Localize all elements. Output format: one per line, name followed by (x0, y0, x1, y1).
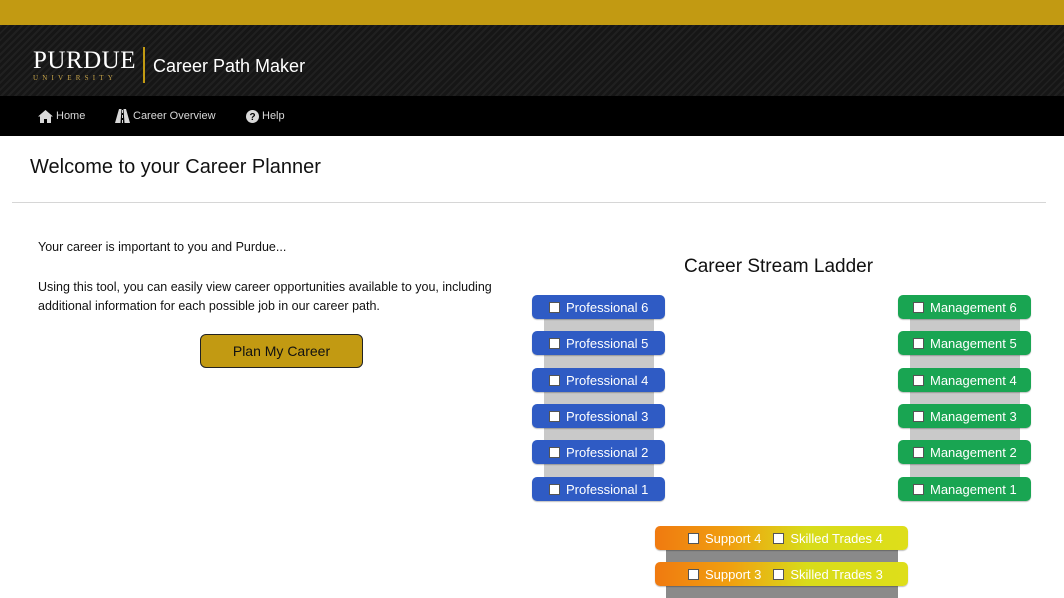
road-icon (115, 109, 130, 123)
ladder-step-management-3[interactable]: Management 3 (898, 404, 1031, 428)
support-4-checkbox[interactable] (688, 532, 699, 544)
nav-bar: Home Career Overview ? Help (0, 96, 1064, 136)
step-checkbox[interactable] (549, 410, 560, 422)
ladder-title: Career Stream Ladder (684, 256, 874, 277)
nav-home-label: Home (56, 110, 86, 122)
logo-wordmark: PURDUE (33, 47, 137, 74)
page-title: Welcome to your Career Planner (30, 156, 321, 178)
step-checkbox[interactable] (913, 337, 924, 349)
ladder-step-professional-5[interactable]: Professional 5 (532, 331, 665, 355)
step-label: Management 5 (930, 335, 1017, 351)
step-checkbox[interactable] (913, 410, 924, 422)
skilled-trades-4-label[interactable]: Skilled Trades 4 (790, 531, 883, 546)
svg-text:?: ? (249, 112, 255, 123)
step-checkbox[interactable] (549, 374, 560, 386)
step-label: Professional 2 (566, 444, 649, 460)
step-checkbox[interactable] (913, 301, 924, 313)
nav-help[interactable]: ? Help (246, 96, 285, 136)
ladder-step-management-5[interactable]: Management 5 (898, 331, 1031, 355)
ladder-step-professional-2[interactable]: Professional 2 (532, 440, 665, 464)
ladder-step-management-4[interactable]: Management 4 (898, 368, 1031, 392)
top-gold-bar (0, 0, 1064, 25)
description-text: Using this tool, you can easily view car… (38, 280, 492, 313)
step-label: Management 3 (930, 408, 1017, 424)
step-label: Management 2 (930, 444, 1017, 460)
skilled-trades-4-checkbox[interactable] (773, 532, 785, 544)
ladder-step-management-2[interactable]: Management 2 (898, 440, 1031, 464)
home-icon (38, 109, 53, 123)
nav-home[interactable]: Home (38, 96, 85, 136)
ladder-step-professional-4[interactable]: Professional 4 (532, 368, 665, 392)
step-label: Management 6 (930, 299, 1017, 315)
ladder-step-management-1[interactable]: Management 1 (898, 477, 1031, 501)
question-circle-icon: ? (246, 109, 259, 123)
step-checkbox[interactable] (913, 374, 924, 386)
ladder-step-professional-1[interactable]: Professional 1 (532, 477, 665, 501)
header-banner: PURDUE UNIVERSITY Career Path Maker (0, 25, 1064, 96)
nav-help-label: Help (262, 110, 285, 122)
step-checkbox[interactable] (913, 446, 924, 458)
step-label: Professional 1 (566, 481, 649, 497)
step-label: Management 1 (930, 481, 1017, 497)
header-divider (143, 47, 145, 83)
step-label: Professional 4 (566, 372, 649, 388)
step-label: Professional 6 (566, 299, 649, 315)
step-checkbox[interactable] (549, 337, 560, 349)
title-divider (12, 202, 1046, 203)
step-label: Professional 3 (566, 408, 649, 424)
nav-career-overview[interactable]: Career Overview (115, 96, 216, 136)
step-checkbox[interactable] (913, 483, 924, 495)
ladder-step-professional-6[interactable]: Professional 6 (532, 295, 665, 319)
skilled-trades-3-checkbox[interactable] (773, 568, 785, 580)
step-label: Management 4 (930, 372, 1017, 388)
support-3-label[interactable]: Support 3 (705, 567, 761, 582)
app-title: Career Path Maker (153, 56, 306, 76)
ladder-step-professional-3[interactable]: Professional 3 (532, 404, 665, 428)
step-checkbox[interactable] (549, 483, 560, 495)
step-checkbox[interactable] (549, 446, 560, 458)
skilled-trades-3-label[interactable]: Skilled Trades 3 (790, 567, 883, 582)
step-checkbox[interactable] (549, 301, 560, 313)
logo-subtitle: UNIVERSITY (33, 74, 117, 82)
ladder-step-support-trades-4: Support 4 Skilled Trades 4 (655, 526, 908, 550)
intro-text: Your career is important to you and Purd… (38, 240, 287, 254)
ladder-step-support-trades-3: Support 3 Skilled Trades 3 (655, 562, 908, 586)
nav-career-overview-label: Career Overview (133, 110, 216, 122)
step-label: Professional 5 (566, 335, 649, 351)
purdue-logo[interactable]: PURDUE UNIVERSITY (33, 47, 137, 82)
plan-my-career-button[interactable]: Plan My Career (200, 334, 363, 368)
support-3-checkbox[interactable] (688, 568, 699, 580)
support-4-label[interactable]: Support 4 (705, 531, 761, 546)
ladder-step-management-6[interactable]: Management 6 (898, 295, 1031, 319)
